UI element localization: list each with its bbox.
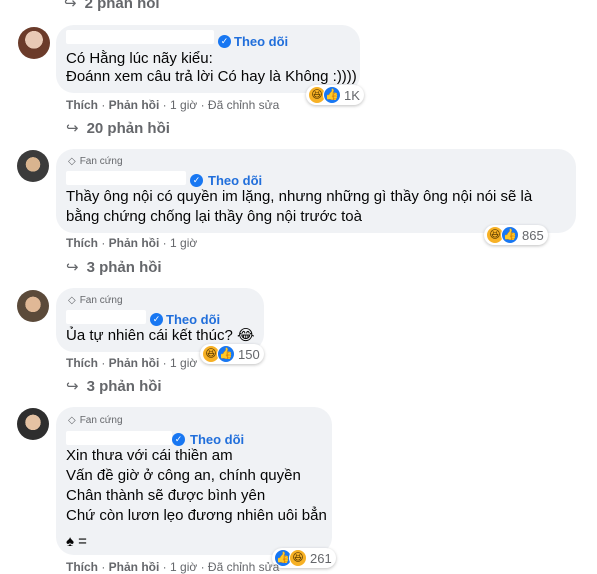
verified-icon: ✓ <box>172 433 185 446</box>
avatar[interactable] <box>18 27 50 59</box>
avatar[interactable] <box>17 290 49 322</box>
reply-link[interactable]: Phản hồi <box>109 560 160 574</box>
comment-bubble: ◇ Fan cứng ✓ Theo dõi Ủa tự nhiên cái kết… <box>56 288 264 352</box>
fan-badge: ◇ Fan cứng <box>68 156 123 167</box>
verified-icon: ✓ <box>218 35 231 48</box>
reply-link[interactable]: Phản hồi <box>109 356 160 370</box>
comment-actions: Thích · Phản hồi · 1 giờ <box>66 236 198 250</box>
diamond-icon: ◇ <box>68 295 76 306</box>
comment-bubble: ✓ Theo dõi Có Hằng lúc nãy kiểu: Đoánn x… <box>56 25 360 93</box>
view-replies-link[interactable]: ↪ 2 phản hồi <box>64 0 160 12</box>
avatar[interactable] <box>17 408 49 440</box>
comment-text-line: Thầy ông nội có quyền im lặng, nhưng nhữ… <box>66 188 533 205</box>
like-link[interactable]: Thích <box>66 236 98 250</box>
fan-badge: ◇ Fan cứng <box>68 295 123 306</box>
comment-text-line: Vấn đề giờ ở công an, chính quyền <box>66 467 301 484</box>
verified-icon: ✓ <box>190 174 203 187</box>
redacted-author-name <box>66 171 186 185</box>
diamond-icon: ◇ <box>68 415 76 426</box>
reaction-summary[interactable]: 😆 👍 150 <box>200 344 264 364</box>
follow-button[interactable]: Theo dõi <box>190 432 244 447</box>
comment-text-line: bằng chứng chống lại thầy ông nội trước … <box>66 208 362 225</box>
reaction-count: 1K <box>344 87 360 103</box>
comment-text-line: Chân thành sẽ được bình yên <box>66 487 266 504</box>
reply-link[interactable]: Phản hồi <box>109 98 160 112</box>
like-reaction-icon: 👍 <box>323 86 341 104</box>
like-link[interactable]: Thích <box>66 560 98 574</box>
reaction-summary[interactable]: 😆 👍 865 <box>484 225 548 245</box>
like-link[interactable]: Thích <box>66 356 98 370</box>
edited-label: Đã chỉnh sửa <box>207 560 280 574</box>
comment-text-line: ♠ = <box>66 533 87 550</box>
comment-text-line: Xin thưa với cái thiền am <box>66 447 233 464</box>
fan-badge: ◇ Fan cứng <box>68 415 123 426</box>
timestamp[interactable]: 1 giờ <box>170 236 197 250</box>
reply-arrow-icon: ↪ <box>66 120 79 137</box>
like-reaction-icon: 👍 <box>501 226 519 244</box>
timestamp[interactable]: 1 giờ <box>170 356 197 370</box>
reaction-count: 865 <box>522 227 544 243</box>
view-replies-link[interactable]: ↪ 3 phản hồi <box>66 377 162 395</box>
timestamp[interactable]: 1 giờ <box>170 560 197 574</box>
comment-text-line: Có Hằng lúc nãy kiểu: <box>66 50 213 67</box>
reply-arrow-icon: ↪ <box>66 259 79 276</box>
verified-icon: ✓ <box>150 313 163 326</box>
redacted-author-name <box>66 310 146 324</box>
haha-reaction-icon: 😆 <box>289 549 307 567</box>
timestamp[interactable]: 1 giờ <box>170 98 197 112</box>
reply-arrow-icon: ↪ <box>66 378 79 395</box>
follow-button[interactable]: Theo dõi <box>234 34 288 49</box>
reaction-count: 150 <box>238 346 260 362</box>
comment-actions: Thích · Phản hồi · 1 giờ · Đã chỉnh sửa <box>66 560 280 574</box>
like-reaction-icon: 👍 <box>217 345 235 363</box>
avatar[interactable] <box>17 150 49 182</box>
comment-text-line: Ủa tự nhiên cái kết thúc? 😂 <box>66 327 255 344</box>
reaction-summary[interactable]: 😆 👍 1K <box>306 85 364 105</box>
redacted-author-name <box>66 431 172 445</box>
comment-actions: Thích · Phản hồi · 1 giờ <box>66 356 198 370</box>
reaction-count: 261 <box>310 550 332 566</box>
reaction-summary[interactable]: 👍 😆 261 <box>272 548 336 568</box>
comment-text-line: Đoánn xem câu trả lời Có hay là Không :)… <box>66 68 357 85</box>
view-replies-link[interactable]: ↪ 3 phản hồi <box>66 258 162 276</box>
comment-actions: Thích · Phản hồi · 1 giờ · Đã chỉnh sửa <box>66 98 280 112</box>
like-link[interactable]: Thích <box>66 98 98 112</box>
follow-button[interactable]: Theo dõi <box>208 173 262 188</box>
edited-label: Đã chỉnh sửa <box>207 98 280 112</box>
reply-arrow-icon: ↪ <box>64 0 77 12</box>
follow-button[interactable]: Theo dõi <box>166 312 220 327</box>
comment-bubble: ◇ Fan cứng ✓ Theo dõi Xin thưa với cái th… <box>56 407 332 555</box>
diamond-icon: ◇ <box>68 156 76 167</box>
redacted-author-name <box>66 30 214 44</box>
comment-bubble: ◇ Fan cứng ✓ Theo dõi Thầy ông nội có quy… <box>56 149 576 233</box>
comment-text-line: Chứ còn lươn lẹo đương nhiên uôi bẳn <box>66 507 327 524</box>
view-replies-link[interactable]: ↪ 20 phản hồi <box>66 119 170 137</box>
reply-link[interactable]: Phản hồi <box>109 236 160 250</box>
